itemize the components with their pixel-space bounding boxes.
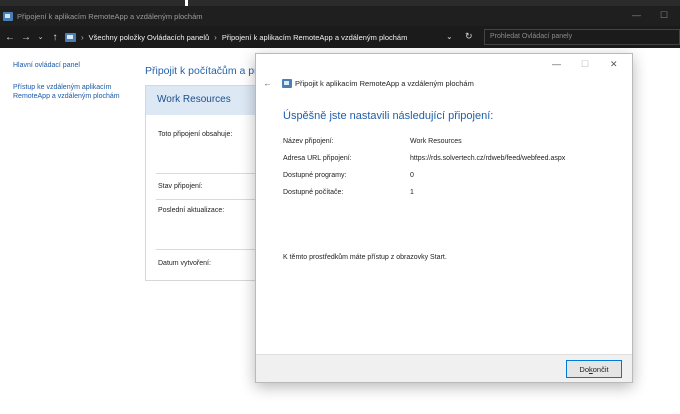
back-arrow-icon[interactable]: ← bbox=[263, 78, 272, 88]
close-icon[interactable]: ✕ bbox=[610, 59, 618, 70]
recent-locations-icon[interactable]: ⌄ bbox=[36, 33, 45, 41]
window-title: Připojení k aplikacím RemoteApp a vzdále… bbox=[17, 11, 203, 21]
field-label: Adresa URL připojení: bbox=[283, 155, 352, 162]
divider bbox=[156, 173, 261, 174]
finish-button[interactable]: Dokončit bbox=[566, 360, 622, 378]
start-screen-note: K těmto prostředkům máte přístup z obraz… bbox=[283, 254, 447, 261]
forward-button[interactable]: → bbox=[20, 32, 32, 43]
field-value: 0 bbox=[410, 172, 414, 179]
remoteapp-icon bbox=[3, 11, 13, 21]
minimize-icon[interactable]: — bbox=[632, 10, 641, 20]
maximize-icon: ☐ bbox=[581, 59, 590, 69]
left-nav-pane: Hlavní ovládací panel Přístup ke vzdálen… bbox=[0, 48, 140, 414]
breadcrumb-separator: › bbox=[214, 32, 217, 42]
window-titlebar: Připojení k aplikacím RemoteApp a vzdále… bbox=[0, 6, 680, 26]
field-value: 1 bbox=[410, 189, 414, 196]
contains-label: Toto připojení obsahuje: bbox=[158, 131, 233, 138]
connection-card: Work Resources Toto připojení obsahuje: … bbox=[145, 85, 261, 281]
wizard-dialog: — ☐ ✕ ← Připojit k aplikacím RemoteApp a… bbox=[255, 53, 633, 383]
last-update-label: Poslední aktualizace: bbox=[158, 207, 225, 214]
finish-label-b: ončit bbox=[592, 364, 609, 374]
breadcrumb-separator: › bbox=[81, 32, 84, 42]
created-label: Datum vytvoření: bbox=[158, 260, 211, 267]
maximize-icon[interactable]: ☐ bbox=[660, 10, 668, 21]
field-value: Work Resources bbox=[410, 138, 462, 145]
field-label: Dostupné počítače: bbox=[283, 189, 344, 196]
finish-label-a: Do bbox=[579, 364, 589, 374]
remote-access-link[interactable]: Přístup ke vzdáleným aplikacím RemoteApp… bbox=[13, 83, 131, 101]
breadcrumb-remoteapp[interactable]: Připojení k aplikacím RemoteApp a vzdále… bbox=[222, 33, 408, 42]
home-link[interactable]: Hlavní ovládací panel bbox=[13, 61, 133, 70]
breadcrumb-all-items[interactable]: Všechny položky Ovládacích panelů bbox=[89, 33, 210, 42]
dialog-title: Připojit k aplikacím RemoteApp a vzdálen… bbox=[295, 79, 474, 88]
connection-name: Work Resources bbox=[146, 86, 259, 115]
field-label: Dostupné programy: bbox=[283, 172, 347, 179]
dialog-footer: Dokončit bbox=[256, 354, 632, 382]
field-value: https://rds.solvertech.cz/rdweb/feed/web… bbox=[410, 155, 566, 162]
control-panel-icon bbox=[65, 32, 76, 42]
divider bbox=[156, 249, 261, 250]
divider bbox=[156, 199, 261, 200]
address-dropdown-icon[interactable]: ⌄ bbox=[446, 32, 453, 41]
status-label: Stav připojení: bbox=[158, 183, 203, 190]
field-label: Název připojení: bbox=[283, 138, 334, 145]
success-heading: Úspěšně jste nastavili následující připo… bbox=[283, 110, 494, 122]
refresh-icon[interactable]: ↻ bbox=[465, 31, 473, 42]
address-bar: ← → ⌄ ↑ › Všechny položky Ovládacích pan… bbox=[0, 26, 680, 48]
search-input[interactable]: Prohledat Ovládací panely bbox=[484, 29, 680, 45]
minimize-icon[interactable]: — bbox=[552, 59, 561, 69]
up-button[interactable]: ↑ bbox=[49, 32, 61, 43]
remoteapp-icon bbox=[282, 79, 292, 88]
back-button[interactable]: ← bbox=[4, 32, 16, 43]
